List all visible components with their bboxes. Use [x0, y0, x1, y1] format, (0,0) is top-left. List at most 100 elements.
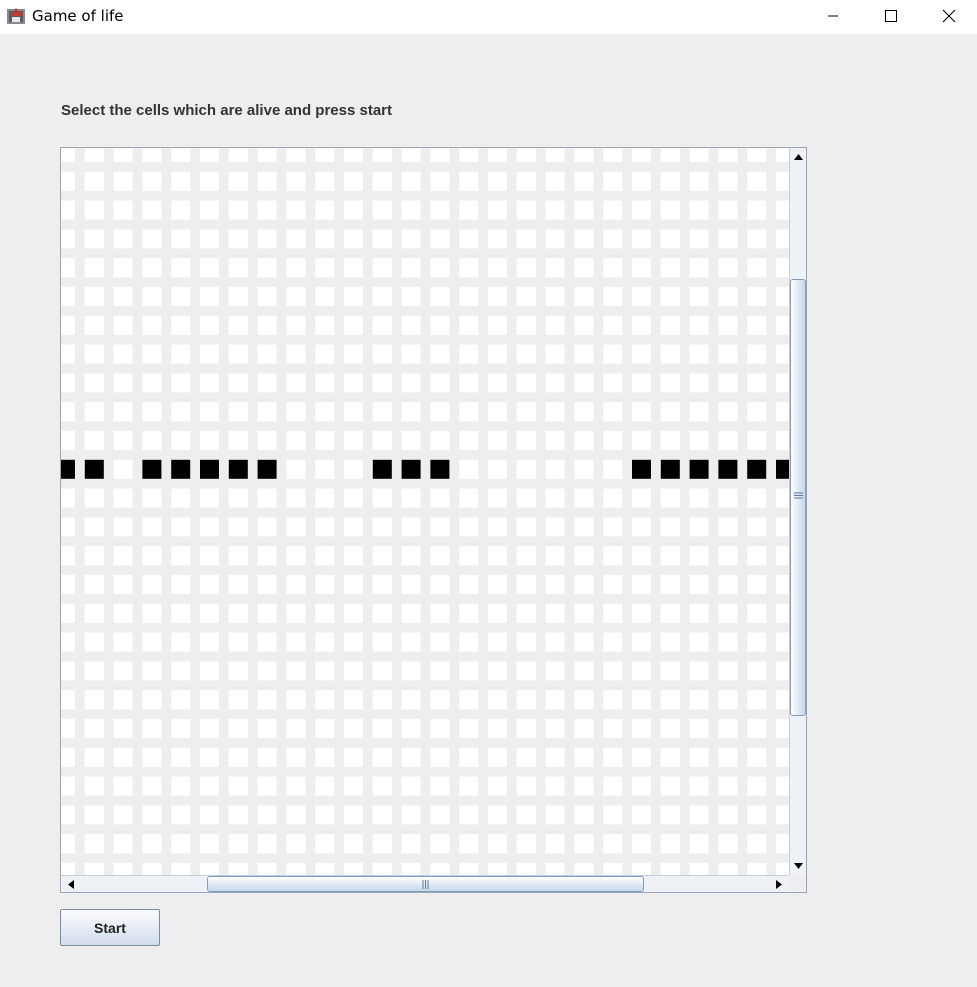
grid-cell[interactable]: [286, 229, 306, 249]
grid-cell[interactable]: [632, 546, 651, 566]
grid-cell[interactable]: [545, 315, 565, 335]
grid-cell[interactable]: [171, 287, 191, 306]
grid-cell[interactable]: [171, 575, 191, 594]
grid-cell[interactable]: [660, 834, 680, 854]
grid-cell[interactable]: [776, 517, 789, 537]
grid-cell[interactable]: [488, 431, 507, 450]
grid-cell-alive[interactable]: [228, 459, 248, 479]
grid-cell[interactable]: [113, 690, 133, 710]
close-button[interactable]: [920, 0, 977, 32]
grid-cell[interactable]: [344, 258, 363, 278]
grid-cell[interactable]: [228, 171, 248, 191]
grid-cell[interactable]: [84, 287, 104, 306]
grid-cell[interactable]: [200, 575, 219, 594]
grid-cell[interactable]: [344, 373, 363, 393]
grid-cell[interactable]: [257, 661, 277, 681]
grid-cell[interactable]: [171, 200, 191, 220]
grid-cell[interactable]: [545, 546, 565, 566]
grid-cell[interactable]: [61, 315, 75, 335]
grid-cell[interactable]: [574, 488, 594, 508]
grid-cell[interactable]: [574, 171, 594, 191]
grid-cell[interactable]: [257, 229, 277, 249]
grid-cell[interactable]: [776, 402, 789, 422]
grid-cell[interactable]: [516, 373, 536, 393]
grid-cell[interactable]: [459, 287, 479, 306]
grid-cell[interactable]: [113, 431, 133, 450]
grid-cell[interactable]: [142, 690, 162, 710]
grid-cell[interactable]: [401, 148, 421, 162]
grid-cell[interactable]: [200, 229, 219, 249]
grid-cell[interactable]: [689, 431, 709, 450]
grid-cell[interactable]: [61, 661, 75, 681]
grid-cell[interactable]: [603, 488, 623, 508]
grid-cell[interactable]: [344, 287, 363, 306]
grid-cell[interactable]: [430, 344, 450, 364]
grid-cell[interactable]: [344, 148, 363, 162]
grid-cell[interactable]: [488, 575, 507, 594]
grid-cell[interactable]: [603, 258, 623, 278]
grid-cell[interactable]: [660, 805, 680, 825]
grid-cell[interactable]: [689, 402, 709, 422]
grid-cell[interactable]: [257, 863, 277, 875]
grid-cell[interactable]: [61, 229, 75, 249]
grid-cell[interactable]: [142, 287, 162, 306]
grid-cell[interactable]: [401, 315, 421, 335]
grid-cell[interactable]: [228, 546, 248, 566]
grid-cell[interactable]: [344, 863, 363, 875]
grid-cell[interactable]: [603, 546, 623, 566]
grid-cell[interactable]: [113, 315, 133, 335]
grid-cell[interactable]: [61, 148, 75, 162]
grid-cell[interactable]: [545, 690, 565, 710]
grid-cell[interactable]: [459, 459, 479, 479]
grid-cell[interactable]: [200, 546, 219, 566]
grid-cell[interactable]: [171, 171, 191, 191]
grid-cell[interactable]: [632, 200, 651, 220]
grid-cell[interactable]: [430, 517, 450, 537]
grid-cell[interactable]: [516, 229, 536, 249]
grid-cell[interactable]: [747, 517, 767, 537]
grid-cell[interactable]: [488, 344, 507, 364]
grid-cell[interactable]: [171, 344, 191, 364]
grid-cell[interactable]: [61, 603, 75, 623]
grid-cell[interactable]: [516, 402, 536, 422]
grid-cell[interactable]: [372, 632, 392, 652]
grid-cell[interactable]: [113, 747, 133, 767]
grid-cell[interactable]: [747, 719, 767, 738]
grid-cell[interactable]: [689, 805, 709, 825]
grid-cell[interactable]: [142, 171, 162, 191]
grid-cell[interactable]: [61, 431, 75, 450]
grid-cell[interactable]: [689, 258, 709, 278]
grid-cell[interactable]: [286, 632, 306, 652]
grid-cell[interactable]: [632, 575, 651, 594]
grid-cell[interactable]: [401, 171, 421, 191]
grid-cell[interactable]: [113, 200, 133, 220]
grid-cell[interactable]: [430, 488, 450, 508]
grid-cell[interactable]: [200, 517, 219, 537]
grid-cell[interactable]: [142, 863, 162, 875]
grid-cell[interactable]: [516, 344, 536, 364]
grid-cell[interactable]: [315, 661, 335, 681]
vertical-scrollbar[interactable]: [789, 148, 806, 875]
grid-cell[interactable]: [228, 863, 248, 875]
grid-cell[interactable]: [84, 546, 104, 566]
grid-cell[interactable]: [776, 373, 789, 393]
grid-cell[interactable]: [142, 719, 162, 738]
grid-cell[interactable]: [660, 171, 680, 191]
grid-cell[interactable]: [315, 148, 335, 162]
grid-cell[interactable]: [689, 315, 709, 335]
grid-cell[interactable]: [776, 805, 789, 825]
grid-cell[interactable]: [516, 719, 536, 738]
grid-cell[interactable]: [171, 258, 191, 278]
grid-cell[interactable]: [545, 431, 565, 450]
grid-cell[interactable]: [315, 229, 335, 249]
grid-cell[interactable]: [257, 747, 277, 767]
grid-cell[interactable]: [574, 258, 594, 278]
grid-cell[interactable]: [286, 517, 306, 537]
grid-cell[interactable]: [632, 834, 651, 854]
grid-cell[interactable]: [84, 834, 104, 854]
grid-cell[interactable]: [718, 546, 738, 566]
grid-cell-alive[interactable]: [632, 459, 651, 479]
grid-cell[interactable]: [718, 344, 738, 364]
grid-cell[interactable]: [574, 315, 594, 335]
grid-cell[interactable]: [660, 776, 680, 796]
